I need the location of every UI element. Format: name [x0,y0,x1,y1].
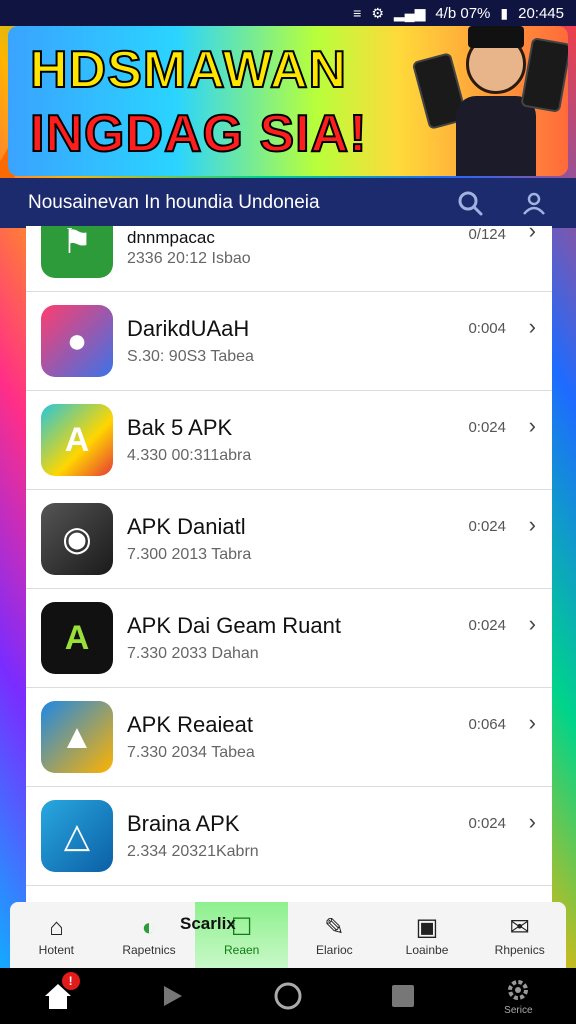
app-meta: 7.300 2013 Tabra [127,546,252,563]
tab-label: Elarioc [316,943,353,957]
app-header: Nousainevan In houndia Undoneia [0,178,576,228]
tab-elarioc[interactable]: ✎ Elarioc [288,902,381,968]
tab-label: Hotent [38,943,75,957]
status-bar: ≡ ⚙ ▂▄▆ 4/b 07% ▮ 20:445 [0,0,576,26]
list-item[interactable]: △ Braina APK 2.334 20321Kabrn 0:024 › [26,787,552,886]
clock: 20:445 [518,4,564,22]
person-hat-illustration [468,26,524,48]
bottom-tab-bar: ⌂ Hotent ◐ Rapetnics ☐ Reaen ✎ Elarioc ▣… [10,902,566,968]
settings-label: Serice [504,1004,533,1016]
chevron-right-icon: › [528,611,536,636]
nav-circle-button[interactable] [258,968,318,1024]
profile-icon[interactable] [512,181,556,225]
network-icon: ≡ [353,5,362,21]
phone-illustration [520,37,568,113]
system-nav-bar: ! Serice [0,968,576,1024]
app-icon: ▲ [41,701,113,773]
list-item[interactable]: A APK Dai Geam Ruant 7.330 2033 Dahan 0:… [26,589,552,688]
tab-label: Loainbe [405,943,449,957]
search-icon[interactable] [448,181,492,225]
chevron-right-icon: › [528,809,536,834]
app-name: dnnmpacac [127,228,215,247]
tab-loainbe[interactable]: ▣ Loainbe [381,902,474,968]
app-icon: A [41,404,113,476]
app-name: Bak 5 APK [127,415,233,440]
app-list[interactable]: ⚑ dnnmpacac 2336 20:12 Isbao 0/124 › ● D… [26,226,552,902]
app-date: 0:024 [468,518,506,535]
signal-icon: ▂▄▆ [393,4,426,21]
app-name: DarikdUAaH [127,316,250,341]
gear-icon [508,979,529,1000]
list-item[interactable]: ● DarikdUAaH S.30: 90S3 Tabea 0:004 › [26,292,552,391]
app-icon: ◉ [41,503,113,575]
app-name: APK Daniatl [127,514,246,539]
banner-headline-2: INGDAG SIA! [29,104,368,164]
app-icon: ● [41,305,113,377]
banner-illustration [411,26,568,176]
notification-badge: ! [61,972,80,990]
chevron-right-icon: › [528,226,536,243]
chevron-right-icon: › [528,413,536,438]
app-icon: ⚑ [41,226,113,278]
app-date: 0:024 [468,815,506,832]
pen-icon: ✎ [324,914,345,941]
circle-icon [274,982,302,1010]
app-date: 0:024 [468,617,506,634]
nav-home-button[interactable]: ! [28,968,88,1024]
app-meta: 7.330 2033 Dahan [127,645,259,662]
app-date: 0/124 [468,226,506,243]
battery-icon: ▮ [500,4,509,21]
app-name: APK Dai Geam Ruant [127,613,341,638]
app-meta: 4.330 00:311abra [127,447,252,464]
app-name: Braina APK [127,811,240,836]
tab-rhpenics[interactable]: ✉ Rhpenics [473,902,566,968]
app-date: 0:024 [468,419,506,436]
settings-status-icon: ⚙ [371,4,384,21]
leaf-icon: ◐ [141,914,157,941]
tab-reaen[interactable]: ☐ Reaen [195,902,289,968]
chevron-right-icon: › [528,710,536,735]
nav-back-button[interactable] [143,968,203,1024]
app-icon: △ [41,800,113,872]
square-icon [392,985,415,1007]
header-title: Nousainevan In houndia Undoneia [28,192,320,213]
promo-banner[interactable]: HDSMAWAN INGDAG SIA! [8,26,568,176]
play-icon [163,986,182,1006]
home-icon: ⌂ [49,914,64,941]
nav-settings-button[interactable]: Serice [488,968,548,1024]
chevron-right-icon: › [528,314,536,339]
app-meta: 2336 20:12 Isbao [127,250,251,267]
app-date: 0:064 [468,716,506,733]
app-date: 0:004 [468,320,506,337]
tab-label: Rapetnics [122,943,176,957]
banner-headline-1: HDSMAWAN [29,40,348,100]
battery-text: 4/b 07% [435,4,491,22]
app-meta: S.30: 90S3 Tabea [127,348,254,365]
app-meta: 2.334 20321Kabrn [127,843,259,860]
tab-rapetnics[interactable]: ◐ Rapetnics [103,902,196,968]
list-item[interactable]: ⚑ dnnmpacac 2336 20:12 Isbao 0/124 › [26,226,552,292]
tab-label: Rhpenics [494,943,545,957]
tab-overlay-label: Scarlix [180,914,236,933]
list-item[interactable]: ▲ APK Reaieat 7.330 2034 Tabea 0:064 › [26,688,552,787]
tab-label: Reaen [223,943,260,957]
chevron-right-icon: › [528,512,536,537]
app-meta: 7.330 2034 Tabea [127,744,255,761]
list-item[interactable]: A Bak 5 APK 4.330 00:311abra 0:024 › [26,391,552,490]
app-name: APK Reaieat [127,712,253,737]
list-item[interactable]: ◉ APK Daniatl 7.300 2013 Tabra 0:024 › [26,490,552,589]
nav-recents-button[interactable] [373,968,433,1024]
person-suit-illustration [456,96,536,176]
chat-icon: ✉ [509,914,530,941]
tab-home[interactable]: ⌂ Hotent [10,902,103,968]
app-icon: A [41,602,113,674]
help-icon: ▣ [415,914,439,941]
